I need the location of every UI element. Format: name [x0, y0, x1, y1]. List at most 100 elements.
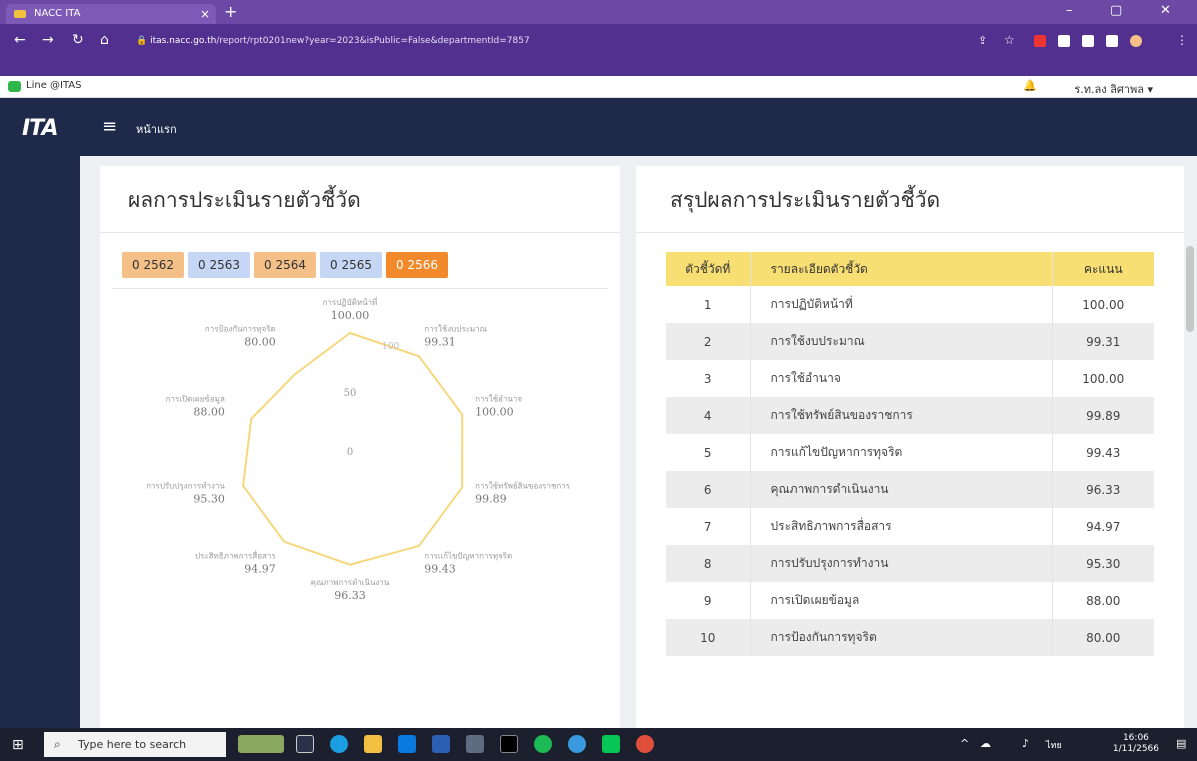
pdf-extension-icon[interactable]	[1034, 35, 1046, 47]
forward-arrow-icon[interactable]: →	[42, 32, 54, 48]
indicator-no: 7	[666, 508, 750, 545]
radar-value-label: 99.43	[424, 562, 456, 575]
indicator-no: 9	[666, 582, 750, 619]
year-tab[interactable]: 0 2562	[122, 252, 184, 278]
year-tab[interactable]: 0 2565	[320, 252, 382, 278]
radar-category-label: การใช้ทรัพย์สินของราชการ	[475, 480, 571, 490]
search-icon: ⌕	[54, 737, 61, 751]
chrome-icon[interactable]	[636, 735, 654, 753]
radar-category-label: ประสิทธิภาพการสื่อสาร	[195, 549, 276, 560]
bookmark-line-itas[interactable]: Line @ITAS	[26, 80, 82, 91]
table-row: 6 คุณภาพการดำเนินงาน 96.33	[666, 471, 1154, 508]
indicator-detail: การใช้ทรัพย์สินของราชการ	[749, 397, 1052, 434]
indicator-summary-card: สรุปผลการประเมินรายตัวชี้วัด ตัวชี้วัดที…	[636, 166, 1184, 728]
hamburger-menu-icon[interactable]: ≡	[102, 116, 117, 137]
ita-logo[interactable]: ITA	[22, 116, 59, 141]
store-icon[interactable]	[398, 735, 416, 753]
new-tab-button[interactable]: +	[224, 2, 237, 21]
url-input[interactable]: 🔒 itas.nacc.go.th/report/rpt0201new?year…	[136, 32, 956, 50]
spotify-icon[interactable]	[534, 735, 552, 753]
browser-tab[interactable]: NACC ITA ×	[6, 4, 216, 24]
home-icon[interactable]: ⌂	[100, 32, 109, 48]
sidepanel-icon[interactable]	[1106, 35, 1118, 47]
table-row: 10 การป้องกันการทุจริต 80.00	[666, 619, 1154, 656]
indicator-no: 3	[666, 360, 750, 397]
reload-icon[interactable]: ↻	[72, 32, 84, 48]
language-indicator[interactable]: ไทย	[1046, 738, 1062, 752]
windows-taskbar: ⊞ ⌕ Type here to search ^ ☁ ♪ ไทย 16:06 …	[0, 728, 1197, 761]
line-app-icon[interactable]	[602, 735, 620, 753]
indicator-detail: การปรับปรุงการทำงาน	[749, 545, 1052, 582]
table-row: 9 การเปิดเผยข้อมูล 88.00	[666, 582, 1154, 619]
radar-category-label: การเปิดเผยข้อมูล	[166, 395, 225, 405]
volume-icon[interactable]: ♪	[1022, 737, 1029, 750]
year-tab[interactable]: 0 2563	[188, 252, 250, 278]
radar-category-label: การปฏิบัติหน้าที่	[323, 296, 378, 307]
radar-value-label: 80.00	[244, 336, 276, 349]
home-link[interactable]: หน้าแรก	[136, 120, 177, 138]
user-menu[interactable]: ร.ท.ลง ลิศาพล ▾	[1074, 80, 1153, 98]
word-icon[interactable]	[432, 735, 450, 753]
profile-avatar-icon[interactable]	[1130, 35, 1142, 47]
taskbar-search-input[interactable]: ⌕ Type here to search	[44, 732, 226, 757]
year-tab[interactable]: 0 2566	[386, 252, 448, 278]
cloud-icon[interactable]: ☁	[980, 737, 991, 750]
indicator-score: 94.97	[1051, 508, 1154, 545]
indicator-score: 99.31	[1051, 323, 1154, 360]
calculator-icon[interactable]	[466, 735, 484, 753]
bell-icon[interactable]: 🔔	[1023, 79, 1037, 92]
windows-start-icon[interactable]: ⊞	[12, 737, 24, 753]
file-explorer-icon[interactable]	[364, 735, 382, 753]
indicator-detail: การแก้ไขปัญหาการทุจริต	[749, 434, 1052, 471]
notification-icon[interactable]: ▤	[1176, 737, 1186, 750]
table-row: 4 การใช้ทรัพย์สินของราชการ 99.89	[666, 397, 1154, 434]
kebab-menu-icon[interactable]: ⋮	[1176, 33, 1188, 47]
settings-app-icon[interactable]	[568, 735, 586, 753]
weather-widget-icon[interactable]	[238, 735, 284, 753]
indicator-no: 2	[666, 323, 750, 360]
radar-category-label: การป้องกันการทุจริต	[205, 325, 276, 334]
indicator-detail: คุณภาพการดำเนินงาน	[749, 471, 1052, 508]
indicator-detail: การใช้อำนาจ	[749, 360, 1052, 397]
table-row: 5 การแก้ไขปัญหาการทุจริต 99.43	[666, 434, 1154, 471]
indicator-score: 80.00	[1051, 619, 1154, 656]
download-icon[interactable]	[1082, 35, 1094, 47]
bookmark-bar: Line @ITAS 🔔 ร.ท.ลง ลิศาพล ▾	[0, 76, 1197, 98]
edge-browser-icon[interactable]	[330, 735, 348, 753]
indicator-detail: การปฏิบัติหน้าที่	[749, 286, 1052, 323]
year-tab[interactable]: 0 2564	[254, 252, 316, 278]
tray-chevron-icon[interactable]: ^	[960, 737, 969, 750]
tab-title: NACC ITA	[34, 8, 81, 19]
radar-value-label: 99.89	[475, 492, 507, 505]
puzzle-extension-icon[interactable]	[1058, 35, 1070, 47]
radar-category-label: คุณภาพการดำเนินงาน	[311, 578, 390, 587]
app-header: ITA ≡ หน้าแรก	[0, 98, 1197, 156]
close-window-icon[interactable]: ✕	[1160, 3, 1171, 18]
indicator-score: 95.30	[1051, 545, 1154, 582]
sidebar	[0, 156, 80, 728]
star-icon[interactable]: ☆	[1004, 33, 1015, 47]
share-icon[interactable]: ⇪	[978, 34, 987, 47]
indicator-no: 4	[666, 397, 750, 434]
maximize-icon[interactable]: ▢	[1110, 3, 1122, 18]
radar-value-label: 99.31	[424, 336, 456, 349]
radar-category-label: การปรับปรุงการทำงาน	[146, 481, 225, 490]
year-tabs: 0 2562 0 2563 0 2564 0 2565 0 2566	[122, 252, 448, 278]
page-scrollbar[interactable]	[1186, 246, 1194, 332]
indicator-no: 5	[666, 434, 750, 471]
table-row: 2 การใช้งบประมาณ 99.31	[666, 323, 1154, 360]
radar-category-label: การใช้อำนาจ	[475, 395, 522, 404]
table-row: 1 การปฏิบัติหน้าที่ 100.00	[666, 286, 1154, 323]
indicator-results-title: ผลการประเมินรายตัวชี้วัด	[128, 188, 361, 212]
table-row: 3 การใช้อำนาจ 100.00	[666, 360, 1154, 397]
radar-value-label: 95.30	[193, 492, 225, 505]
task-view-icon[interactable]	[296, 735, 314, 753]
minimize-icon[interactable]: –	[1066, 3, 1073, 18]
close-tab-button[interactable]: ×	[200, 4, 210, 24]
clock[interactable]: 16:06 1/11/2566	[1113, 733, 1159, 755]
indicator-score: 99.43	[1051, 434, 1154, 471]
table-header-row: ตัวชี้วัดที่ รายละเอียดตัวชี้วัด คะแนน	[666, 252, 1154, 286]
tiktok-icon[interactable]	[500, 735, 518, 753]
indicator-detail: การใช้งบประมาณ	[749, 323, 1052, 360]
back-arrow-icon[interactable]: ←	[14, 32, 26, 48]
